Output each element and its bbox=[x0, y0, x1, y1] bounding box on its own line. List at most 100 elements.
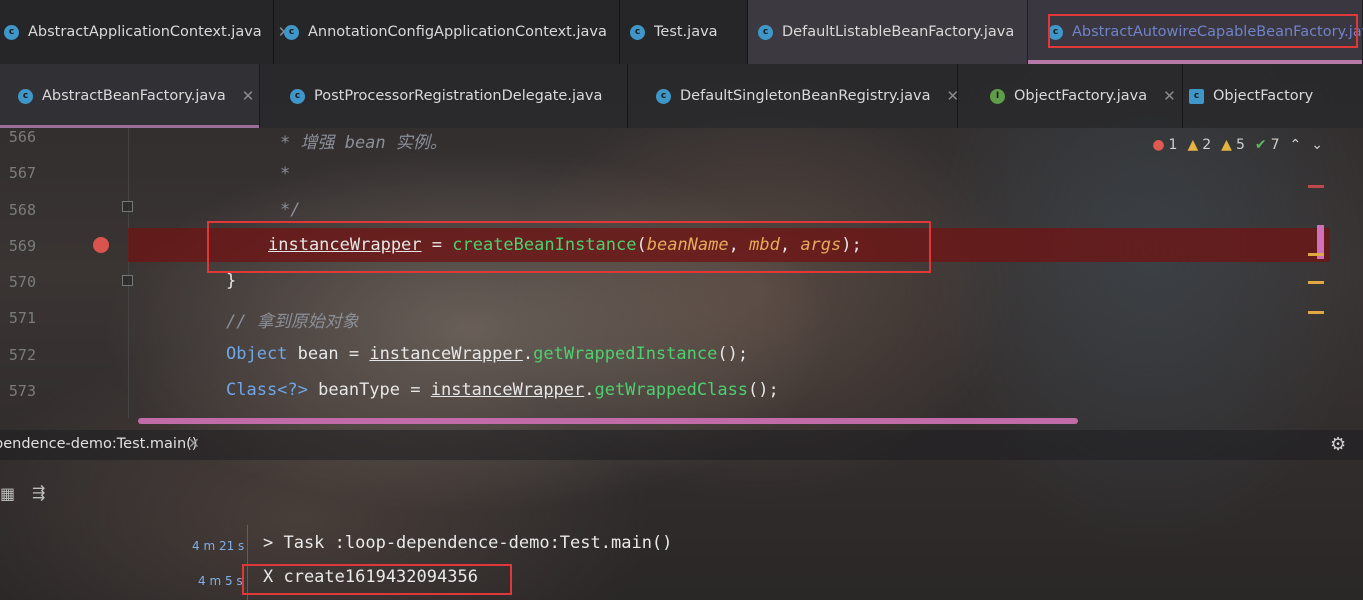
code-line-572: Object bean = instanceWrapper.getWrapped… bbox=[226, 344, 748, 364]
error-stripe-mark[interactable] bbox=[1308, 185, 1324, 188]
duration-label: 4 m 21 s bbox=[192, 539, 245, 553]
weak-warning-icon: ▲ bbox=[1221, 137, 1232, 153]
tab-object-factory-java[interactable]: I ObjectFactory.java ✕ bbox=[958, 64, 1183, 128]
punct: ); bbox=[841, 235, 862, 255]
warning-stripe-mark[interactable] bbox=[1308, 281, 1324, 284]
line-number: 567 bbox=[8, 164, 36, 182]
console-output[interactable]: 4 m 21 s 4 m 5 s > Task :loop-dependence… bbox=[0, 525, 1363, 600]
tab-object-factory[interactable]: c ObjectFactory bbox=[1183, 64, 1363, 128]
variable: beanType bbox=[307, 380, 411, 400]
line-number: 572 bbox=[8, 346, 36, 364]
variable: bean bbox=[287, 344, 349, 364]
class-icon: c bbox=[758, 24, 773, 40]
tab-abstract-autowire-capable-bean-factory[interactable]: c AbstractAutowireCapableBeanFactory.jav… bbox=[1028, 0, 1363, 64]
tab-annotation-config-application-context[interactable]: c AnnotationConfigApplicationContext.jav… bbox=[274, 0, 620, 64]
code-line-568: */ bbox=[280, 200, 301, 220]
tab-label: AbstractAutowireCapableBeanFactory.java bbox=[1072, 24, 1363, 40]
check-icon: ✔ bbox=[1254, 137, 1267, 153]
horizontal-scrollbar[interactable] bbox=[138, 418, 1078, 424]
tab-label: AnnotationConfigApplicationContext.java bbox=[308, 24, 607, 40]
close-icon[interactable]: ✕ bbox=[1163, 87, 1176, 105]
class-icon: c bbox=[290, 88, 305, 104]
line-number: 571 bbox=[8, 309, 36, 327]
warning-stripe-mark[interactable] bbox=[1308, 253, 1324, 256]
tab-abstract-bean-factory[interactable]: c AbstractBeanFactory.java ✕ bbox=[0, 64, 260, 128]
next-highlight-icon[interactable]: ⌄ bbox=[1311, 137, 1323, 153]
count: 2 bbox=[1202, 137, 1212, 153]
punct: ( bbox=[636, 235, 647, 255]
code-line-570: } bbox=[226, 271, 237, 291]
editor-tabs-row-2: c AbstractBeanFactory.java ✕ c PostProce… bbox=[0, 64, 1363, 128]
punct: , bbox=[779, 235, 801, 255]
punct: (); bbox=[717, 344, 749, 364]
inspection-widget[interactable]: ● 1 ▲ 2 ▲ 5 ✔ 7 ⌃ ⌄ bbox=[1152, 137, 1323, 153]
error-count[interactable]: ● 1 bbox=[1152, 137, 1177, 153]
warning-stripe-mark[interactable] bbox=[1308, 311, 1324, 314]
prev-highlight-icon[interactable]: ⌃ bbox=[1290, 137, 1302, 153]
fold-icon[interactable] bbox=[122, 275, 133, 286]
run-config-tab[interactable]: pendence-demo:Test.main() bbox=[0, 436, 197, 452]
typo-count[interactable]: ✔ 7 bbox=[1255, 137, 1280, 153]
tab-label: ObjectFactory.java bbox=[1014, 88, 1148, 104]
gear-icon[interactable]: ⚙ bbox=[1330, 434, 1346, 455]
tab-label: Test.java bbox=[654, 24, 718, 40]
code-line-566: * 增强 bean 实例。 bbox=[280, 133, 447, 153]
param: args bbox=[800, 235, 842, 255]
close-icon[interactable]: ✕ bbox=[242, 87, 255, 105]
code-line-569: instanceWrapper = createBeanInstance(bea… bbox=[268, 235, 862, 255]
line-number: 566 bbox=[8, 128, 36, 146]
error-icon: ● bbox=[1152, 137, 1165, 153]
code-line-567: * bbox=[280, 164, 291, 184]
warning-icon: ▲ bbox=[1187, 137, 1199, 153]
breakpoint-icon[interactable] bbox=[93, 237, 109, 253]
fold-icon[interactable] bbox=[122, 201, 133, 212]
punct: , bbox=[728, 235, 750, 255]
warning-count[interactable]: ▲ 2 bbox=[1187, 137, 1211, 153]
operator: = bbox=[348, 344, 370, 364]
weak-warning-count[interactable]: ▲ 5 bbox=[1221, 137, 1245, 153]
count: 1 bbox=[1168, 137, 1178, 153]
type-name: Object bbox=[226, 344, 288, 364]
type-name: Class<?> bbox=[226, 380, 308, 400]
line-number: 570 bbox=[8, 273, 36, 291]
field-ref: instanceWrapper bbox=[369, 344, 523, 364]
punct: (); bbox=[748, 380, 779, 400]
close-icon[interactable]: ✕ bbox=[188, 436, 200, 452]
tab-label: DefaultSingletonBeanRegistry.java bbox=[680, 88, 931, 104]
line-number: 569 bbox=[8, 237, 36, 255]
class-icon: c bbox=[4, 24, 19, 40]
toggle-tree-icon[interactable]: ⇶ bbox=[32, 483, 45, 502]
tab-label: AbstractApplicationContext.java bbox=[28, 24, 262, 40]
punct: . bbox=[522, 344, 534, 364]
operator: = bbox=[421, 235, 453, 255]
tab-label: AbstractBeanFactory.java bbox=[42, 88, 226, 104]
param: beanName bbox=[646, 235, 729, 255]
tab-post-processor-registration-delegate[interactable]: c PostProcessorRegistrationDelegate.java bbox=[260, 64, 628, 128]
field-ref: instanceWrapper bbox=[430, 380, 585, 400]
tab-label: DefaultListableBeanFactory.java bbox=[782, 24, 1015, 40]
param: mbd bbox=[749, 235, 780, 255]
class-icon: c bbox=[656, 88, 671, 104]
code-editor[interactable]: 566 567 568 569 570 571 572 573 * 增强 bea… bbox=[0, 128, 1363, 430]
class-icon: c bbox=[18, 88, 33, 104]
run-tool-window-header: pendence-demo:Test.main() ✕ ⚙ bbox=[0, 430, 1363, 460]
editor-tabs-row-1: c AbstractApplicationContext.java ✕ c An… bbox=[0, 0, 1363, 64]
console-line: > Task :loop-dependence-demo:Test.main() bbox=[263, 533, 673, 553]
class-icon: c bbox=[1189, 88, 1204, 104]
tab-default-listable-bean-factory[interactable]: c DefaultListableBeanFactory.java bbox=[748, 0, 1028, 64]
tab-abstract-application-context[interactable]: c AbstractApplicationContext.java ✕ bbox=[0, 0, 290, 64]
table-view-icon[interactable]: ▦ bbox=[0, 484, 15, 503]
console-line: X create1619432094356 bbox=[263, 567, 478, 587]
tab-label: ObjectFactory bbox=[1213, 88, 1314, 104]
tab-default-singleton-bean-registry[interactable]: c DefaultSingletonBeanRegistry.java ✕ bbox=[628, 64, 959, 128]
tab-test[interactable]: c Test.java bbox=[620, 0, 748, 64]
class-icon: c bbox=[1048, 24, 1063, 40]
punct: . bbox=[584, 380, 595, 400]
interface-icon: I bbox=[990, 88, 1005, 104]
duration-label: 4 m 5 s bbox=[198, 574, 243, 588]
count: 5 bbox=[1235, 137, 1245, 153]
class-icon: c bbox=[284, 24, 299, 40]
line-number: 568 bbox=[8, 201, 36, 219]
method-call: getWrappedInstance bbox=[533, 344, 718, 364]
run-toolbar: ▦ ⇶ bbox=[0, 480, 200, 508]
